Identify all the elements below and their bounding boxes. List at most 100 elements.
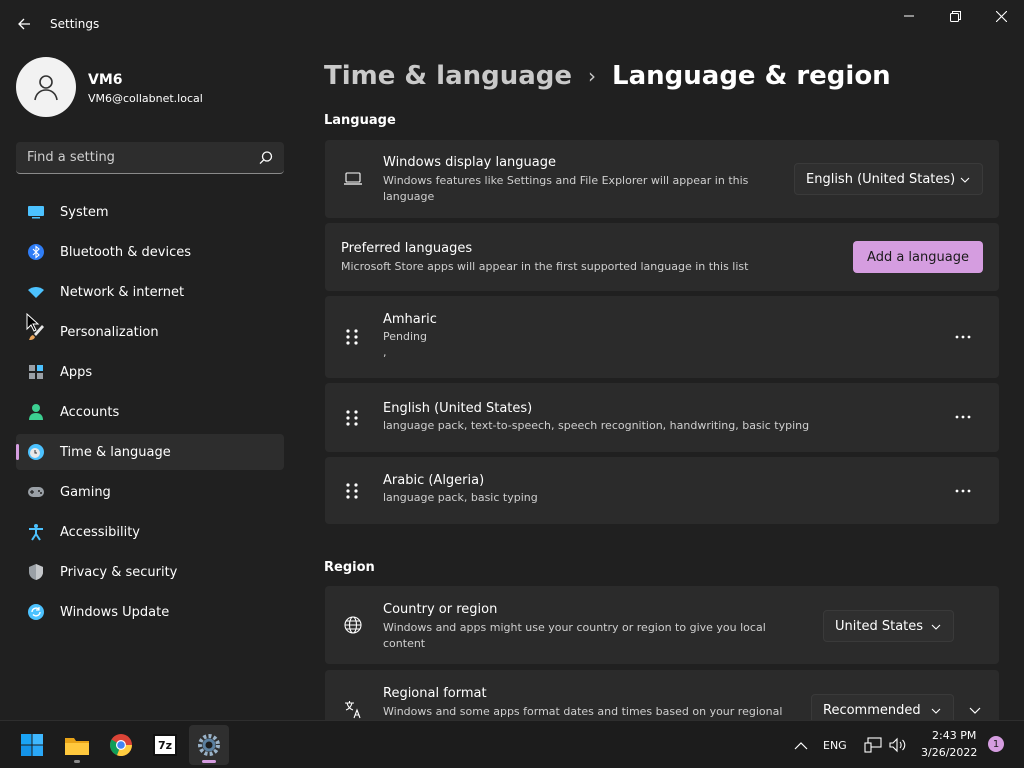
sidebar-item-privacy-security[interactable]: Privacy & security — [16, 554, 284, 590]
regional-format-title: Regional format — [383, 686, 487, 701]
system-display-icon — [27, 203, 45, 221]
sidebar-nav: System Bluetooth & devices Network & int… — [16, 194, 284, 634]
regional-format-card[interactable]: Regional format Windows and some apps fo… — [325, 670, 999, 726]
sidebar-item-label: System — [60, 204, 109, 220]
taskbar-time[interactable]: 2:43 PM — [932, 729, 976, 742]
breadcrumb: Time & language › Language & region — [324, 58, 891, 94]
search-icon — [259, 151, 273, 165]
drag-handle-icon[interactable] — [345, 482, 359, 500]
sidebar-item-accessibility[interactable]: Accessibility — [16, 514, 284, 550]
chevron-down-icon — [931, 708, 941, 714]
sidebar-item-label: Accessibility — [60, 524, 140, 540]
file-explorer-icon — [65, 738, 89, 755]
drag-handle-icon[interactable] — [345, 328, 359, 346]
more-options-button[interactable] — [949, 323, 977, 351]
accessibility-icon — [27, 523, 45, 541]
search-box[interactable] — [16, 142, 284, 174]
regional-format-icon — [343, 699, 363, 719]
settings-icon — [198, 734, 220, 756]
search-input[interactable] — [16, 142, 246, 173]
bluetooth-icon — [27, 243, 45, 261]
show-hidden-icons-chevron-up-icon[interactable] — [792, 736, 810, 754]
sidebar-item-gaming[interactable]: Gaming — [16, 474, 284, 510]
dropdown-value: English (United States) — [806, 171, 956, 187]
sidebar-item-network[interactable]: Network & internet — [16, 274, 284, 310]
country-region-subtitle: Windows and apps might use your country … — [383, 621, 766, 650]
minimize-button[interactable] — [886, 4, 932, 28]
sidebar-item-personalization[interactable]: Personalization — [16, 314, 284, 350]
language-extra: , — [383, 346, 387, 359]
sidebar-item-label: Apps — [60, 364, 93, 380]
back-button[interactable] — [10, 10, 38, 38]
input-language-indicator[interactable]: ENG — [823, 739, 847, 752]
display-language-dropdown[interactable]: English (United States) — [794, 163, 983, 195]
chrome-icon — [109, 734, 133, 757]
globe-icon — [343, 615, 363, 635]
language-section-title: Language — [324, 113, 396, 128]
sidebar-item-bluetooth[interactable]: Bluetooth & devices — [16, 234, 284, 270]
sidebar-item-label: Gaming — [60, 484, 111, 500]
network-icon[interactable] — [864, 736, 882, 754]
taskbar-settings[interactable] — [189, 725, 229, 765]
dropdown-value: United States — [835, 618, 924, 634]
taskbar-file-explorer[interactable] — [57, 725, 97, 765]
display-language-card: Windows display language Windows feature… — [325, 140, 999, 218]
page-title: Language & region — [612, 61, 891, 91]
language-item[interactable]: English (United States) language pack, t… — [325, 383, 999, 452]
dropdown-value: Recommended — [823, 702, 921, 718]
expand-chevron-icon[interactable] — [969, 705, 981, 715]
language-item[interactable]: Amharic Pending , — [325, 296, 999, 378]
more-options-button[interactable] — [949, 477, 977, 505]
country-region-card: Country or region Windows and apps might… — [325, 586, 999, 664]
display-language-subtitle: Windows features like Settings and File … — [383, 174, 749, 203]
display-language-title: Windows display language — [383, 155, 556, 170]
chevron-down-icon — [960, 177, 970, 183]
taskbar-7zip[interactable]: 7z — [145, 725, 185, 765]
sidebar-item-apps[interactable]: Apps — [16, 354, 284, 390]
preferred-languages-subtitle: Microsoft Store apps will appear in the … — [341, 260, 749, 273]
notification-badge[interactable]: 1 — [988, 736, 1004, 752]
app-title: Settings — [50, 17, 100, 31]
running-indicator — [202, 760, 216, 763]
preferred-languages-card: Preferred languages Microsoft Store apps… — [325, 223, 999, 291]
start-button[interactable] — [12, 725, 52, 765]
update-icon — [27, 603, 45, 621]
taskbar-date[interactable]: 3/26/2022 — [921, 746, 977, 759]
sidebar-item-label: Accounts — [60, 404, 120, 420]
language-status: language pack, basic typing — [383, 491, 538, 504]
title-bar: Settings — [0, 0, 1024, 48]
sidebar-item-label: Privacy & security — [60, 564, 178, 580]
close-button[interactable] — [978, 4, 1024, 28]
sidebar-item-label: Time & language — [60, 444, 171, 460]
accounts-person-icon — [27, 403, 45, 421]
sidebar-item-time-language[interactable]: Time & language — [16, 434, 284, 470]
language-item[interactable]: Arabic (Algeria) language pack, basic ty… — [325, 457, 999, 524]
avatar — [16, 57, 76, 117]
language-name: English (United States) — [383, 401, 533, 416]
sidebar-item-system[interactable]: System — [16, 194, 284, 230]
taskbar: 7z ENG 2:43 PM 3/26/2022 — [0, 720, 1024, 768]
language-name: Amharic — [383, 312, 437, 327]
language-status: language pack, text-to-speech, speech re… — [383, 419, 810, 432]
taskbar-chrome[interactable] — [101, 725, 141, 765]
sidebar-item-accounts[interactable]: Accounts — [16, 394, 284, 430]
gamepad-icon — [27, 483, 45, 501]
back-arrow-icon — [18, 18, 30, 30]
language-status: Pending — [383, 330, 427, 343]
breadcrumb-separator: › — [588, 64, 597, 88]
running-indicator — [74, 760, 80, 763]
sidebar-item-windows-update[interactable]: Windows Update — [16, 594, 284, 630]
drag-handle-icon[interactable] — [345, 409, 359, 427]
maximize-button[interactable] — [932, 4, 978, 28]
laptop-icon — [343, 169, 363, 189]
close-icon — [995, 10, 1007, 22]
clock-globe-icon — [27, 443, 45, 461]
breadcrumb-parent-link[interactable]: Time & language — [324, 61, 572, 91]
add-language-button[interactable]: Add a language — [853, 241, 983, 273]
person-icon — [34, 75, 58, 101]
volume-icon[interactable] — [889, 736, 907, 754]
country-region-dropdown[interactable]: United States — [823, 610, 954, 642]
more-icon — [955, 415, 971, 419]
restore-icon — [949, 10, 961, 22]
more-options-button[interactable] — [949, 403, 977, 431]
